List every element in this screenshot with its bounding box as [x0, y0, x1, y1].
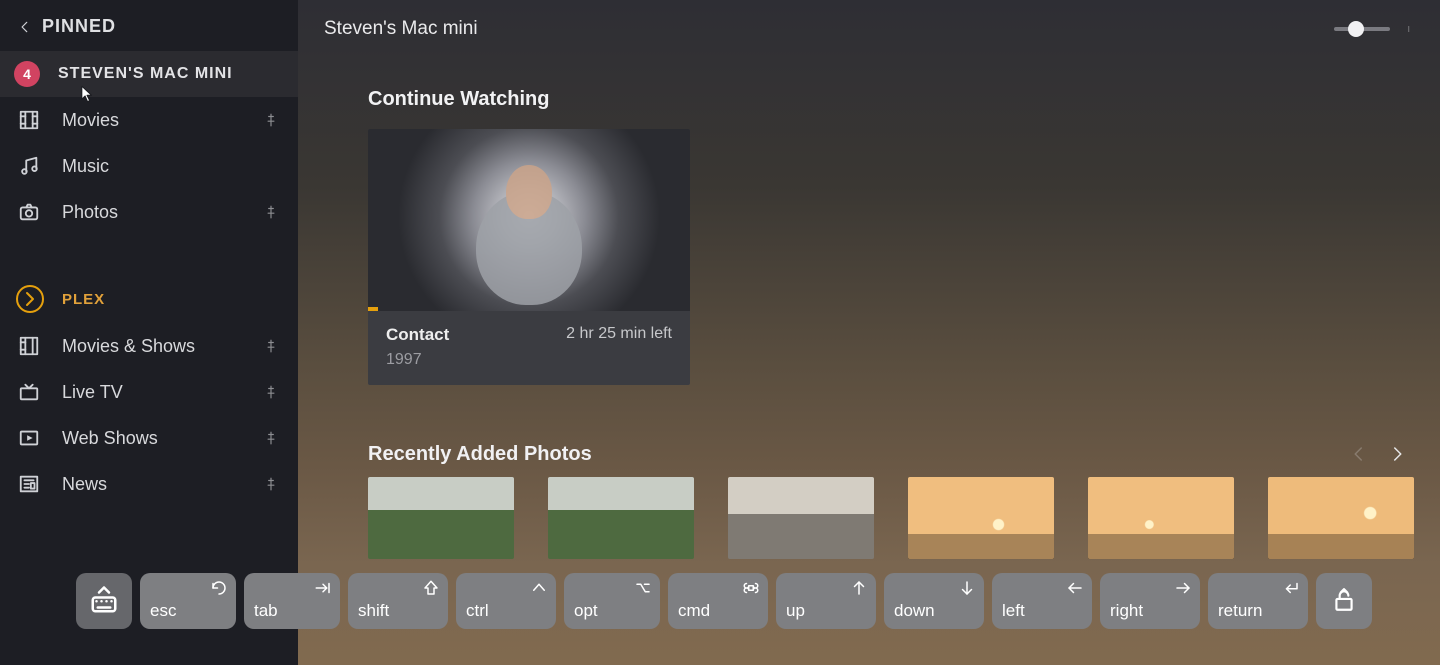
- pin-icon: [264, 338, 278, 354]
- key-shift[interactable]: shift: [348, 573, 448, 629]
- plex-label: PLEX: [62, 291, 105, 308]
- tv-icon: [18, 381, 40, 403]
- photo-row: [298, 477, 1440, 559]
- sidebar-item-movies-shows[interactable]: Movies & Shows: [0, 323, 298, 369]
- sidebar: PINNED 4 STEVEN'S MAC MINI Movies Music …: [0, 0, 298, 665]
- shift-icon: [422, 579, 440, 597]
- server-name: STEVEN'S MAC MINI: [58, 65, 233, 83]
- sidebar-item-label: Web Shows: [62, 428, 158, 449]
- ctrl-icon: [530, 579, 548, 597]
- key-label: shift: [358, 601, 389, 621]
- key-up[interactable]: up: [776, 573, 876, 629]
- key-cmd[interactable]: cmd: [668, 573, 768, 629]
- sidebar-item-music[interactable]: Music: [0, 143, 298, 189]
- film-icon: [18, 109, 40, 131]
- sidebar-item-news[interactable]: News: [0, 461, 298, 507]
- key-label: cmd: [678, 601, 710, 621]
- topbar: Steven's Mac mini: [298, 0, 1440, 58]
- pin-icon: [264, 204, 278, 220]
- tab-icon: [314, 579, 332, 597]
- key-label: tab: [254, 601, 278, 621]
- key-left[interactable]: left: [992, 573, 1092, 629]
- page-title: Steven's Mac mini: [324, 18, 1334, 40]
- pin-icon: [264, 384, 278, 400]
- arrow-left-icon: [1066, 579, 1084, 597]
- photo-thumbnail[interactable]: [908, 477, 1054, 559]
- esc-icon: [210, 579, 228, 597]
- cw-time-left: 2 hr 25 min left: [566, 325, 672, 345]
- continue-watching-card[interactable]: Contact 2 hr 25 min left 1997: [368, 129, 690, 385]
- camera-icon: [18, 201, 40, 223]
- sidebar-header-label: PINNED: [42, 16, 116, 37]
- key-opt[interactable]: opt: [564, 573, 660, 629]
- key-label: opt: [574, 601, 598, 621]
- key-tab[interactable]: tab: [244, 573, 340, 629]
- sidebar-plex-row[interactable]: PLEX: [0, 275, 298, 323]
- sidebar-item-movies[interactable]: Movies: [0, 97, 298, 143]
- key-label: right: [1110, 601, 1143, 621]
- server-badge: 4: [14, 61, 40, 87]
- pin-icon: [264, 430, 278, 446]
- photo-thumbnail[interactable]: [728, 477, 874, 559]
- cw-progress-bar: [368, 307, 378, 311]
- key-return[interactable]: return: [1208, 573, 1308, 629]
- keyboard-toggle-button[interactable]: [76, 573, 132, 629]
- pin-icon: [264, 476, 278, 492]
- key-down[interactable]: down: [884, 573, 984, 629]
- arrow-right-icon: [1174, 579, 1192, 597]
- option-icon: [634, 579, 652, 597]
- chevron-left-icon[interactable]: [1350, 441, 1368, 467]
- sidebar-server-row[interactable]: 4 STEVEN'S MAC MINI: [0, 51, 298, 97]
- plex-icon: [16, 285, 44, 313]
- key-right[interactable]: right: [1100, 573, 1200, 629]
- photo-thumbnail[interactable]: [368, 477, 514, 559]
- photo-thumbnail[interactable]: [1268, 477, 1414, 559]
- lock-icon: [1331, 587, 1357, 613]
- key-label: ctrl: [466, 601, 489, 621]
- pin-icon: [264, 112, 278, 128]
- arrow-up-icon: [850, 579, 868, 597]
- sidebar-item-label: Photos: [62, 202, 118, 223]
- key-label: left: [1002, 601, 1025, 621]
- sidebar-item-label: Music: [62, 156, 109, 177]
- photo-thumbnail[interactable]: [1088, 477, 1234, 559]
- sidebar-item-web-shows[interactable]: Web Shows: [0, 415, 298, 461]
- chevron-left-icon: [18, 18, 32, 36]
- film-icon: [18, 335, 40, 357]
- recently-added-photos-heading: Recently Added Photos: [368, 443, 1330, 466]
- key-label: esc: [150, 601, 176, 621]
- key-label: up: [786, 601, 805, 621]
- continue-watching-heading: Continue Watching: [298, 58, 1440, 129]
- news-icon: [18, 473, 40, 495]
- sidebar-item-photos[interactable]: Photos: [0, 189, 298, 235]
- key-ctrl[interactable]: ctrl: [456, 573, 556, 629]
- sidebar-header[interactable]: PINNED: [0, 0, 298, 51]
- sidebar-item-label: Movies & Shows: [62, 336, 195, 357]
- cw-poster: [368, 129, 690, 311]
- chevron-right-icon[interactable]: [1388, 441, 1406, 467]
- key-label: return: [1218, 601, 1262, 621]
- virtual-keyboard-toolbar: esc tab shift ctrl opt cmd up down left …: [76, 573, 1372, 629]
- photo-thumbnail[interactable]: [548, 477, 694, 559]
- arrow-down-icon: [958, 579, 976, 597]
- more-icon[interactable]: [1408, 18, 1414, 40]
- keyboard-icon: [89, 585, 119, 615]
- return-icon: [1282, 579, 1300, 597]
- zoom-slider[interactable]: [1334, 27, 1390, 31]
- sidebar-item-label: Live TV: [62, 382, 123, 403]
- key-label: down: [894, 601, 935, 621]
- zoom-slider-thumb[interactable]: [1348, 21, 1364, 37]
- command-icon: [742, 579, 760, 597]
- sidebar-item-label: News: [62, 474, 107, 495]
- cw-title: Contact: [386, 325, 449, 345]
- sidebar-item-label: Movies: [62, 110, 119, 131]
- play-icon: [18, 427, 40, 449]
- key-esc[interactable]: esc: [140, 573, 236, 629]
- sidebar-item-live-tv[interactable]: Live TV: [0, 369, 298, 415]
- key-lock[interactable]: [1316, 573, 1372, 629]
- music-icon: [18, 155, 40, 177]
- main-area: Steven's Mac mini Continue Watching Cont…: [298, 0, 1440, 665]
- cw-year: 1997: [386, 351, 672, 369]
